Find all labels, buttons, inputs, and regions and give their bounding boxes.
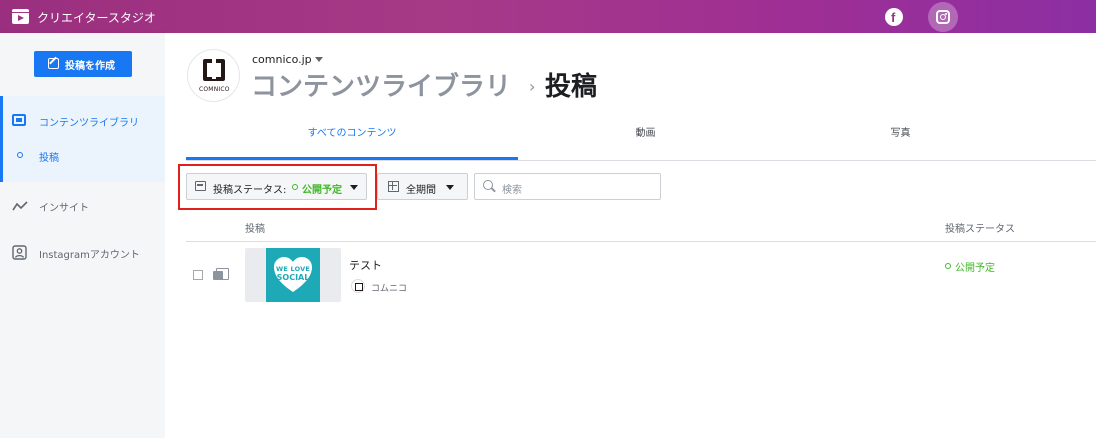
top-bar: クリエイタースタジオ f <box>0 0 1096 33</box>
facebook-icon[interactable]: f <box>885 8 903 26</box>
breadcrumb-separator: › <box>529 77 536 96</box>
row-checkbox[interactable] <box>193 270 203 280</box>
status-filter-value: 公開予定 <box>302 185 342 196</box>
search-placeholder: 検索 <box>502 185 522 196</box>
thumbnail-text-line1: WE LOVE <box>275 265 310 273</box>
thumbnail-image: WE LOVE SOCIAL <box>266 248 320 302</box>
table-header-divider <box>186 241 1096 242</box>
photo-type-icon <box>213 268 229 280</box>
edit-icon <box>48 58 59 69</box>
tab-videos[interactable]: 動画 <box>518 121 773 160</box>
insights-icon <box>12 200 28 212</box>
chevron-down-icon <box>350 185 358 190</box>
column-header-post: 投稿 <box>245 224 265 235</box>
post-author: コムニコ <box>371 284 408 294</box>
avatar-text: COMNICO <box>199 86 230 93</box>
status-filter-label: 投稿ステータス: <box>213 185 287 196</box>
page-title: 投稿 <box>545 72 598 102</box>
period-filter-label: 全期間 <box>406 185 436 196</box>
chevron-down-icon[interactable] <box>315 57 323 62</box>
author-avatar-icon <box>351 279 365 293</box>
content-tabs: すべてのコンテンツ 動画 写真 <box>186 121 1096 161</box>
comnico-logo-icon <box>203 58 225 81</box>
calendar-icon <box>388 181 399 192</box>
period-filter[interactable]: 全期間 <box>377 173 468 200</box>
create-post-button[interactable]: 投稿を作成 <box>34 51 132 77</box>
status-filter-icon <box>195 181 206 191</box>
post-title[interactable]: テスト <box>349 257 382 273</box>
search-input[interactable]: 検索 <box>474 173 661 200</box>
main-content: COMNICO comnico.jp コンテンツライブラリ › 投稿 すべてのコ… <box>165 33 1096 438</box>
app-title: クリエイタースタジオ <box>37 11 156 25</box>
sidebar-item-posts[interactable]: 投稿 <box>0 144 165 168</box>
clapperboard-icon <box>12 9 29 24</box>
scheduled-dot-icon <box>945 263 951 269</box>
search-icon <box>483 180 493 190</box>
thumbnail-text-line2: SOCIAL <box>276 273 310 282</box>
post-thumbnail[interactable]: WE LOVE SOCIAL <box>245 248 341 302</box>
column-header-status[interactable]: 投稿ステータス <box>945 220 1015 235</box>
sidebar-item-label: Instagramアカウント <box>39 250 140 261</box>
status-badge: 公開予定 <box>955 263 995 274</box>
avatar[interactable]: COMNICO <box>187 49 240 102</box>
tab-photos[interactable]: 写真 <box>773 121 1028 160</box>
sidebar-item-content-library[interactable]: コンテンツライブラリ <box>0 109 165 133</box>
breadcrumb-parent[interactable]: コンテンツライブラリ <box>251 66 511 103</box>
instagram-icon <box>936 10 950 24</box>
sidebar-item-label: コンテンツライブラリ <box>39 118 139 129</box>
chevron-down-icon <box>446 185 454 190</box>
account-icon <box>12 245 27 260</box>
create-post-label: 投稿を作成 <box>65 61 115 72</box>
sidebar-item-label: 投稿 <box>39 153 59 164</box>
tab-all-content[interactable]: すべてのコンテンツ <box>186 121 518 160</box>
account-selector[interactable]: comnico.jp <box>252 53 312 66</box>
dot-icon <box>17 152 23 158</box>
sidebar: 投稿を作成 コンテンツライブラリ 投稿 インサイト Instagramアカウント <box>0 33 165 438</box>
sidebar-item-label: インサイト <box>39 203 89 214</box>
sidebar-item-insights[interactable]: インサイト <box>0 194 165 218</box>
scheduled-dot-icon <box>292 184 298 190</box>
content-library-icon <box>12 114 26 126</box>
instagram-button[interactable] <box>928 2 958 32</box>
post-status-filter[interactable]: 投稿ステータス: 公開予定 <box>186 173 367 200</box>
sidebar-item-instagram-account[interactable]: Instagramアカウント <box>0 241 165 265</box>
